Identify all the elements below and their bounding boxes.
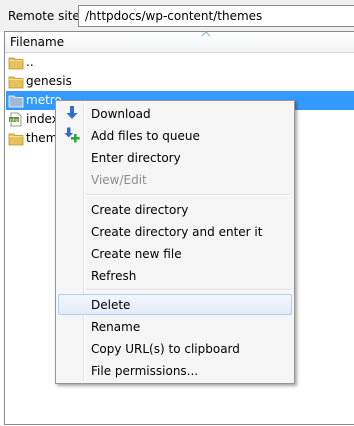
menu-item-rename[interactable]: Rename — [58, 316, 292, 337]
menu-item-label: Add files to queue — [91, 129, 200, 143]
filename-column-header[interactable]: Filename — [5, 31, 354, 53]
file-row-parent[interactable]: .. — [6, 53, 354, 72]
menu-item-create-directory-and-enter[interactable]: Create directory and enter it — [58, 221, 292, 242]
menu-item-label: Refresh — [91, 269, 137, 283]
menu-item-delete[interactable]: Delete — [58, 294, 292, 315]
folder-icon — [8, 95, 24, 108]
menu-item-label: Delete — [91, 298, 131, 312]
add-to-queue-icon — [64, 127, 80, 143]
menu-item-label: Copy URL(s) to clipboard — [91, 342, 240, 356]
remote-site-bar: Remote site: /httpdocs/wp-content/themes — [0, 0, 354, 32]
menu-item-create-directory[interactable]: Create directory — [58, 199, 292, 220]
menu-separator — [86, 289, 290, 291]
menu-item-label: Rename — [91, 320, 141, 334]
remote-site-path-input[interactable]: /httpdocs/wp-content/themes — [78, 5, 354, 27]
file-row-genesis[interactable]: genesis — [6, 72, 354, 91]
menu-item-refresh[interactable]: Refresh — [58, 265, 292, 286]
menu-item-label: Enter directory — [91, 151, 181, 165]
menu-item-enter-directory[interactable]: Enter directory — [58, 147, 292, 168]
menu-separator — [86, 194, 290, 196]
php-file-icon: php — [9, 112, 22, 127]
menu-item-label: Create directory and enter it — [91, 225, 263, 239]
folder-icon — [8, 57, 24, 70]
context-menu: Download Add files to queue Enter direct… — [55, 100, 295, 384]
menu-item-add-files-to-queue[interactable]: Add files to queue — [58, 125, 292, 146]
file-name: .. — [26, 55, 34, 69]
menu-item-label: View/Edit — [91, 173, 147, 187]
menu-item-label: File permissions... — [91, 364, 199, 378]
menu-item-label: Create directory — [91, 203, 189, 217]
menu-item-label: Download — [91, 107, 151, 121]
folder-icon — [8, 76, 24, 89]
menu-item-create-new-file[interactable]: Create new file — [58, 243, 292, 264]
svg-text:php: php — [10, 117, 19, 123]
sort-up-icon — [201, 31, 211, 37]
filename-column-label: Filename — [10, 35, 65, 49]
file-name: genesis — [26, 74, 72, 88]
menu-item-download[interactable]: Download — [58, 103, 292, 124]
menu-item-label: Create new file — [91, 247, 182, 261]
menu-item-file-permissions[interactable]: File permissions... — [58, 360, 292, 381]
remote-site-label: Remote site: — [8, 9, 84, 23]
menu-item-view-edit: View/Edit — [58, 169, 292, 190]
folder-icon — [8, 133, 24, 146]
menu-item-copy-url[interactable]: Copy URL(s) to clipboard — [58, 338, 292, 359]
download-arrow-icon — [66, 106, 78, 119]
